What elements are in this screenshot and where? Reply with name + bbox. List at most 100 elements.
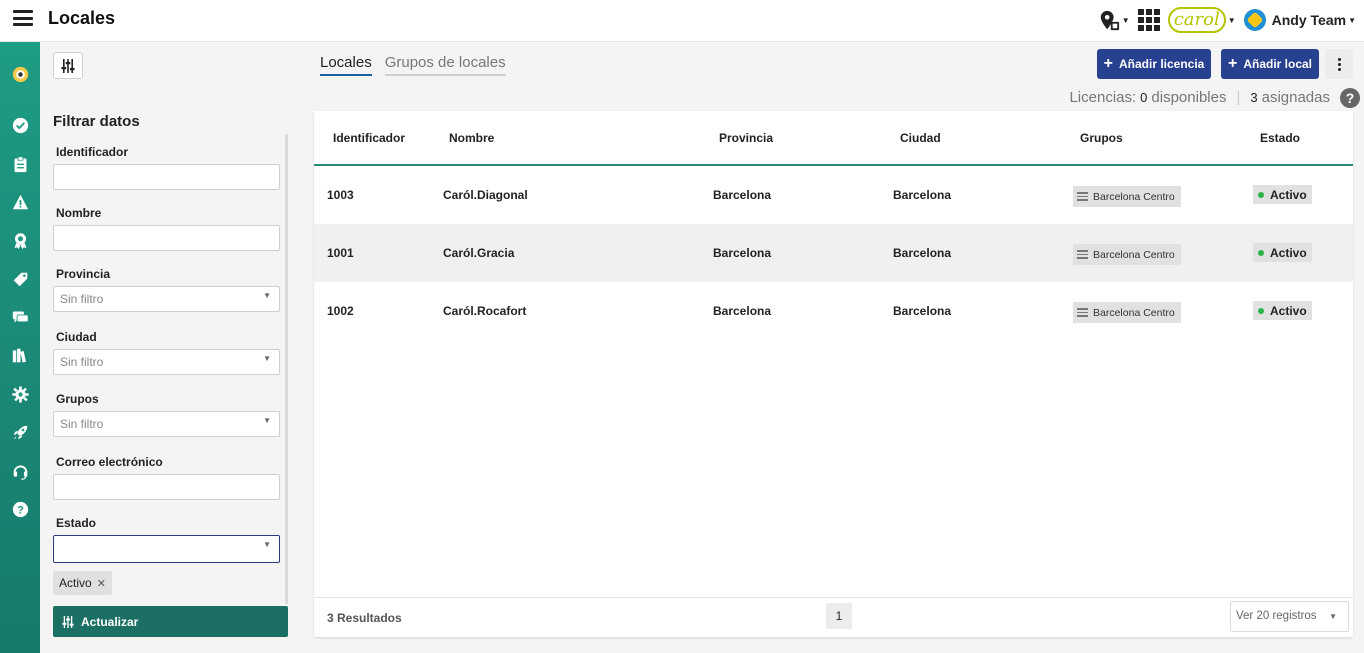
close-icon[interactable]: ✕ (97, 577, 106, 590)
library-icon[interactable] (10, 345, 30, 365)
cell-ciudad: Barcelona (893, 188, 952, 202)
tabs: Locales Grupos de locales (320, 54, 506, 76)
cell-identificador: 1002 (327, 304, 354, 318)
cell-identificador: 1003 (327, 188, 354, 202)
estado-chip: Activo ✕ (53, 571, 112, 595)
cell-ciudad: Barcelona (893, 304, 952, 318)
help-icon[interactable]: ? (1340, 88, 1360, 108)
menu-icon[interactable] (13, 10, 33, 26)
svg-text:?: ? (17, 504, 24, 516)
provincia-label: Provincia (56, 267, 111, 281)
team-name: Andy Team (1271, 12, 1347, 28)
chevron-down-icon: ▼ (263, 291, 271, 300)
gear-icon[interactable] (10, 384, 30, 404)
chevron-down-icon: ▼ (263, 354, 271, 363)
add-local-button[interactable]: + Añadir local (1221, 49, 1319, 79)
column-header-nombre[interactable]: Nombre (449, 131, 494, 145)
column-header-grupos[interactable]: Grupos (1080, 131, 1123, 145)
cell-provincia: Barcelona (713, 304, 772, 318)
cell-identificador: 1001 (327, 246, 354, 260)
filter-scrollbar[interactable] (285, 134, 288, 604)
help-icon[interactable]: ? (10, 499, 30, 519)
group-badge: Barcelona Centro (1073, 302, 1181, 323)
identificador-label: Identificador (56, 145, 129, 159)
top-right-actions: ▼ carol ▼ Andy Team ▼ (1098, 5, 1356, 35)
ciudad-label: Ciudad (56, 330, 97, 344)
chevron-down-icon: ▼ (1227, 15, 1236, 25)
divider: | (1236, 89, 1241, 106)
cell-nombre: Caról.Rocafort (443, 304, 527, 318)
grupos-select[interactable]: Sin filtro ▼ (53, 411, 280, 437)
sliders-icon (61, 58, 75, 73)
identificador-input[interactable] (53, 164, 280, 190)
chevron-down-icon: ▼ (1121, 15, 1130, 25)
status-label: Activo (1270, 245, 1307, 260)
apps-menu[interactable] (1137, 9, 1160, 31)
badge-icon[interactable] (10, 230, 30, 250)
filter-toggle-button[interactable] (53, 52, 83, 79)
check-circle-icon[interactable] (10, 115, 30, 135)
group-badge: Barcelona Centro (1073, 186, 1181, 207)
brand-menu[interactable]: carol ▼ (1167, 7, 1236, 33)
cell-ciudad: Barcelona (893, 246, 952, 260)
ciudad-select-value: Sin filtro (60, 355, 104, 369)
estado-select[interactable]: ▼ (53, 535, 280, 563)
column-header-ciudad[interactable]: Ciudad (900, 131, 941, 145)
chevron-down-icon: ▼ (263, 540, 271, 549)
more-options-button[interactable] (1325, 49, 1353, 79)
more-vertical-icon (1337, 57, 1341, 61)
headset-icon[interactable] (10, 461, 30, 481)
nombre-input[interactable] (53, 225, 280, 251)
status-dot-icon (1258, 249, 1264, 256)
plus-icon: + (1227, 55, 1238, 72)
add-license-button[interactable]: + Añadir licencia (1097, 49, 1211, 79)
list-icon (1077, 306, 1088, 319)
correo-input[interactable] (53, 474, 280, 500)
grupos-label: Grupos (56, 392, 99, 406)
update-button-label: Actualizar (81, 614, 139, 629)
top-bar: Locales ▼ carol ▼ Andy Team ▼ (0, 0, 1364, 42)
group-badge-label: Barcelona Centro (1093, 190, 1175, 203)
per-page-value: Ver 20 registros (1236, 610, 1317, 622)
tag-icon[interactable] (10, 269, 30, 289)
sliders-icon (62, 615, 74, 628)
nombre-label: Nombre (56, 206, 102, 220)
tab-locales[interactable]: Locales (320, 54, 372, 76)
group-badge-label: Barcelona Centro (1093, 248, 1175, 261)
user-menu[interactable]: Andy Team ▼ (1243, 9, 1356, 31)
ciudad-select[interactable]: Sin filtro ▼ (53, 349, 280, 375)
location-menu[interactable]: ▼ (1098, 9, 1130, 31)
warning-icon[interactable] (10, 192, 30, 212)
eye-icon[interactable] (10, 64, 30, 84)
add-license-label: Añadir licencia (1118, 57, 1205, 71)
status-label: Activo (1270, 187, 1307, 202)
table-row[interactable]: 1002 Caról.Rocafort Barcelona Barcelona … (314, 282, 1353, 340)
column-header-identificador[interactable]: Identificador (333, 131, 405, 145)
column-header-estado[interactable]: Estado (1260, 131, 1300, 145)
rocket-icon[interactable] (10, 422, 30, 442)
table-row[interactable]: 1001 Caról.Gracia Barcelona Barcelona Ba… (314, 224, 1353, 282)
table-footer: 3 Resultados 1 Ver 20 registros ▼ (314, 597, 1353, 637)
table-header: Identificador Nombre Provincia Ciudad Gr… (314, 111, 1353, 166)
list-icon (1077, 248, 1088, 261)
license-summary: Licencias: 0 disponibles | 3 asignadas (1069, 89, 1330, 106)
provincia-select-value: Sin filtro (60, 292, 104, 306)
pagination-page-button[interactable]: 1 (826, 603, 852, 629)
per-page-select[interactable]: Ver 20 registros ▼ (1230, 601, 1349, 632)
status-label: Activo (1270, 303, 1307, 318)
update-button[interactable]: Actualizar (53, 606, 288, 637)
chevron-down-icon: ▼ (263, 416, 271, 425)
chat-icon[interactable] (10, 307, 30, 327)
left-nav: ? (0, 42, 40, 653)
column-header-provincia[interactable]: Provincia (719, 131, 773, 145)
license-assigned-text: asignadas (1261, 89, 1330, 106)
table-row[interactable]: 1003 Caról.Diagonal Barcelona Barcelona … (314, 166, 1353, 224)
tab-grupos-de-locales[interactable]: Grupos de locales (384, 54, 506, 76)
team-avatar (1243, 9, 1266, 31)
status-badge: Activo (1253, 301, 1312, 320)
page-title: Locales (48, 8, 116, 28)
provincia-select[interactable]: Sin filtro ▼ (53, 286, 280, 312)
filter-title: Filtrar datos (53, 113, 140, 130)
clipboard-icon[interactable] (10, 154, 30, 174)
locales-table: Identificador Nombre Provincia Ciudad Gr… (314, 111, 1353, 637)
